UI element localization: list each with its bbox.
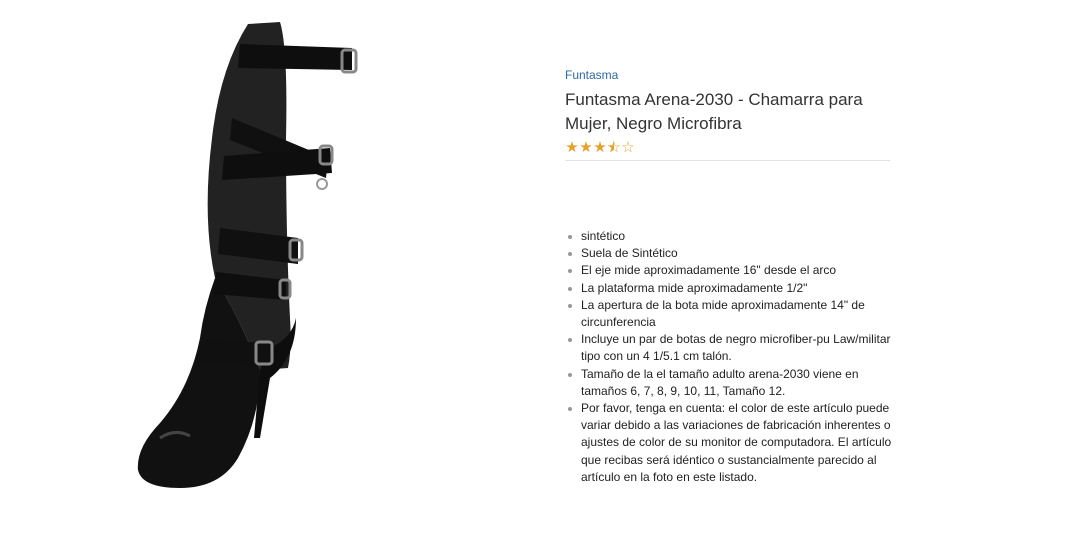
divider xyxy=(565,160,890,161)
product-info: Funtasma Funtasma Arena-2030 - Chamarra … xyxy=(565,66,890,169)
star-empty-icon: ☆ xyxy=(621,138,635,156)
feature-item: Por favor, tenga en cuenta: el color de … xyxy=(565,400,895,486)
star-half-icon: ★ ☆ xyxy=(607,138,621,156)
star-full-icon: ★ xyxy=(579,138,593,156)
star-full-icon: ★ xyxy=(593,138,607,156)
feature-bullets: sintético Suela de Sintético El eje mide a… xyxy=(565,228,895,486)
feature-item: El eje mide aproximadamente 16" desde el… xyxy=(565,262,895,279)
feature-item: Tamaño de la el tamaño adulto arena-2030… xyxy=(565,366,895,400)
feature-item: Incluye un par de botas de negro microfi… xyxy=(565,331,895,365)
feature-item: La apertura de la bota mide aproximadame… xyxy=(565,297,895,331)
boot-illustration xyxy=(137,22,358,488)
feature-item: La plataforma mide aproximadamente 1/2" xyxy=(565,280,895,297)
feature-item: Suela de Sintético xyxy=(565,245,895,262)
star-full-icon: ★ xyxy=(565,138,579,156)
product-image[interactable] xyxy=(120,18,380,498)
brand-link[interactable]: Funtasma xyxy=(565,67,618,83)
feature-item: sintético xyxy=(565,228,895,245)
product-title: Funtasma Arena-2030 - Chamarra para Muje… xyxy=(565,90,863,133)
star-rating[interactable]: ★ ★ ★ ★ ☆ ☆ xyxy=(565,139,890,155)
